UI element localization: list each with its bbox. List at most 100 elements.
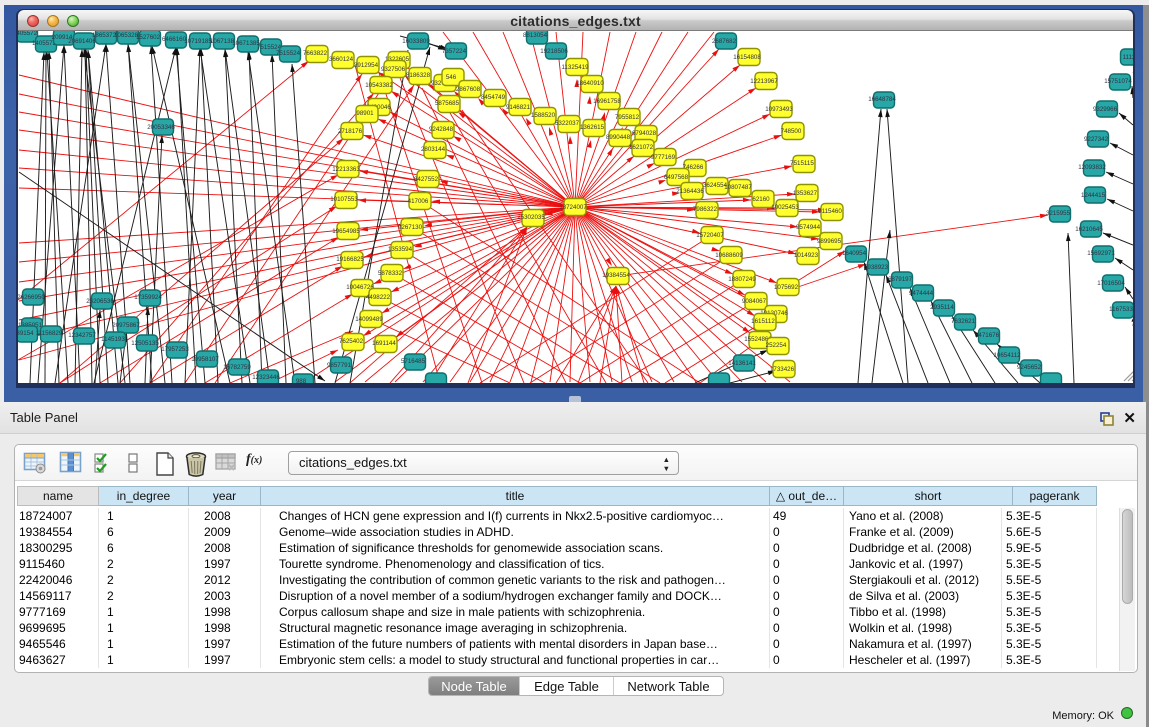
svg-text:9115460: 9115460	[818, 208, 842, 215]
svg-text:18640910: 18640910	[576, 80, 604, 87]
svg-text:39154: 39154	[18, 330, 34, 337]
svg-text:1733426: 1733426	[770, 366, 795, 373]
svg-text:21364436: 21364436	[676, 188, 704, 195]
svg-text:252254: 252254	[766, 342, 787, 349]
svg-text:1145193: 1145193	[101, 336, 125, 343]
svg-text:9146821: 9146821	[506, 104, 531, 111]
svg-text:8990448: 8990448	[606, 134, 631, 141]
svg-text:15692971: 15692971	[1087, 250, 1115, 257]
svg-text:5716485: 5716485	[401, 358, 426, 365]
svg-text:6794028: 6794028	[632, 130, 657, 137]
svg-text:3912954: 3912954	[354, 62, 379, 69]
svg-text:7515524: 7515524	[276, 50, 301, 57]
svg-text:9245652: 9245652	[1017, 364, 1042, 371]
svg-text:9327506: 9327506	[381, 66, 406, 73]
svg-text:16782759: 16782759	[223, 364, 251, 371]
svg-text:1067138: 1067138	[210, 38, 235, 45]
svg-text:9777169: 9777169	[651, 154, 676, 161]
svg-text:15720407: 15720407	[696, 232, 724, 239]
svg-text:1865372: 1865372	[92, 32, 117, 39]
svg-text:14099489: 14099489	[355, 316, 383, 323]
svg-text:4498222: 4498222	[366, 294, 391, 301]
svg-text:7357224: 7357224	[442, 48, 467, 55]
svg-text:6466160: 6466160	[162, 36, 187, 43]
svg-text:10654112: 10654112	[993, 352, 1021, 359]
svg-text:546: 546	[446, 74, 457, 81]
svg-text:18724007: 18724007	[559, 204, 587, 211]
svg-text:12323446: 12323446	[252, 374, 280, 381]
svg-text:16033809: 16033809	[402, 38, 430, 45]
svg-text:19166825: 19166825	[336, 256, 364, 263]
svg-text:1167533: 1167533	[1109, 306, 1133, 313]
svg-text:1244415: 1244415	[1081, 192, 1106, 199]
svg-text:417006: 417006	[408, 198, 429, 205]
svg-text:17016504: 17016504	[1097, 280, 1125, 287]
svg-text:7625402: 7625402	[339, 338, 364, 345]
svg-text:8471676: 8471676	[975, 332, 1000, 339]
svg-text:2803144: 2803144	[421, 146, 446, 153]
svg-text:10958107: 10958107	[191, 356, 219, 363]
svg-text:8427552: 8427552	[414, 176, 439, 183]
svg-text:18807249: 18807249	[728, 276, 756, 283]
svg-text:5875685: 5875685	[435, 100, 460, 107]
svg-text:19384554: 19384554	[602, 272, 630, 279]
svg-text:10973493: 10973493	[765, 106, 793, 113]
svg-text:7515115: 7515115	[790, 160, 814, 167]
svg-text:8454749: 8454749	[481, 94, 506, 101]
svg-text:1691144: 1691144	[372, 340, 396, 347]
svg-text:7986322: 7986322	[693, 206, 718, 213]
svg-text:7663822: 7663822	[303, 50, 328, 57]
svg-text:12093832: 12093832	[1078, 164, 1106, 171]
svg-text:17957253: 17957253	[161, 346, 189, 353]
svg-text:16154808: 16154808	[733, 54, 761, 61]
svg-text:1065328: 1065328	[114, 32, 139, 39]
svg-text:20053346: 20053346	[147, 124, 175, 131]
svg-text:1527602: 1527602	[136, 34, 161, 41]
svg-text:10025453: 10025453	[771, 204, 799, 211]
svg-text:62160: 62160	[752, 196, 770, 203]
svg-text:10543382: 10543382	[365, 82, 393, 89]
svg-text:3215955: 3215955	[1046, 210, 1071, 217]
svg-text:9857791: 9857791	[327, 362, 352, 369]
svg-text:5322037: 5322037	[555, 120, 580, 127]
svg-text:5878332: 5878332	[378, 270, 403, 277]
svg-text:12213967: 12213967	[750, 78, 778, 85]
svg-text:7632621: 7632621	[951, 318, 976, 325]
svg-text:9227342: 9227342	[1084, 136, 1109, 143]
svg-text:1353627: 1353627	[793, 190, 818, 197]
svg-text:1362615: 1362615	[580, 124, 605, 131]
svg-text:14136141: 14136141	[728, 360, 756, 367]
svg-text:1640954: 1640954	[842, 250, 867, 257]
svg-text:1615112: 1615112	[751, 318, 775, 325]
svg-text:25302035: 25302035	[517, 214, 545, 221]
svg-text:15751074: 15751074	[1104, 78, 1132, 85]
svg-text:16648784: 16648784	[868, 96, 896, 103]
svg-text:1588520: 1588520	[531, 112, 556, 119]
svg-text:16961758: 16961758	[593, 98, 621, 105]
svg-text:2867608: 2867608	[456, 86, 481, 93]
svg-text:2718176: 2718176	[338, 128, 363, 135]
svg-text:10719185: 10719185	[184, 38, 212, 45]
svg-text:20975867: 20975867	[112, 322, 140, 329]
svg-text:12342757: 12342757	[68, 332, 96, 339]
svg-text:1353594: 1353594	[388, 246, 413, 253]
svg-text:1112: 1112	[1123, 54, 1133, 61]
svg-text:11156829: 11156829	[36, 330, 63, 337]
svg-text:8813054: 8813054	[523, 32, 548, 39]
svg-text:12213363: 12213363	[332, 166, 360, 173]
svg-text:2935114: 2935114	[930, 304, 954, 311]
svg-text:1075692: 1075692	[774, 284, 799, 291]
svg-text:9084067: 9084067	[742, 298, 767, 305]
svg-text:10107553: 10107553	[330, 196, 358, 203]
svg-text:98901: 98901	[356, 110, 374, 117]
svg-text:7955812: 7955812	[615, 114, 640, 121]
svg-text:5938923: 5938923	[864, 264, 889, 271]
svg-text:6497568: 6497568	[664, 174, 689, 181]
svg-text:9574944: 9574944	[796, 224, 821, 231]
svg-text:11325419: 11325419	[561, 64, 589, 71]
svg-text:9267130: 9267130	[398, 224, 423, 231]
svg-text:20691406: 20691406	[68, 38, 96, 45]
svg-text:19654985: 19654985	[332, 228, 360, 235]
svg-text:2687682: 2687682	[712, 38, 737, 45]
svg-text:9474444: 9474444	[909, 290, 934, 297]
